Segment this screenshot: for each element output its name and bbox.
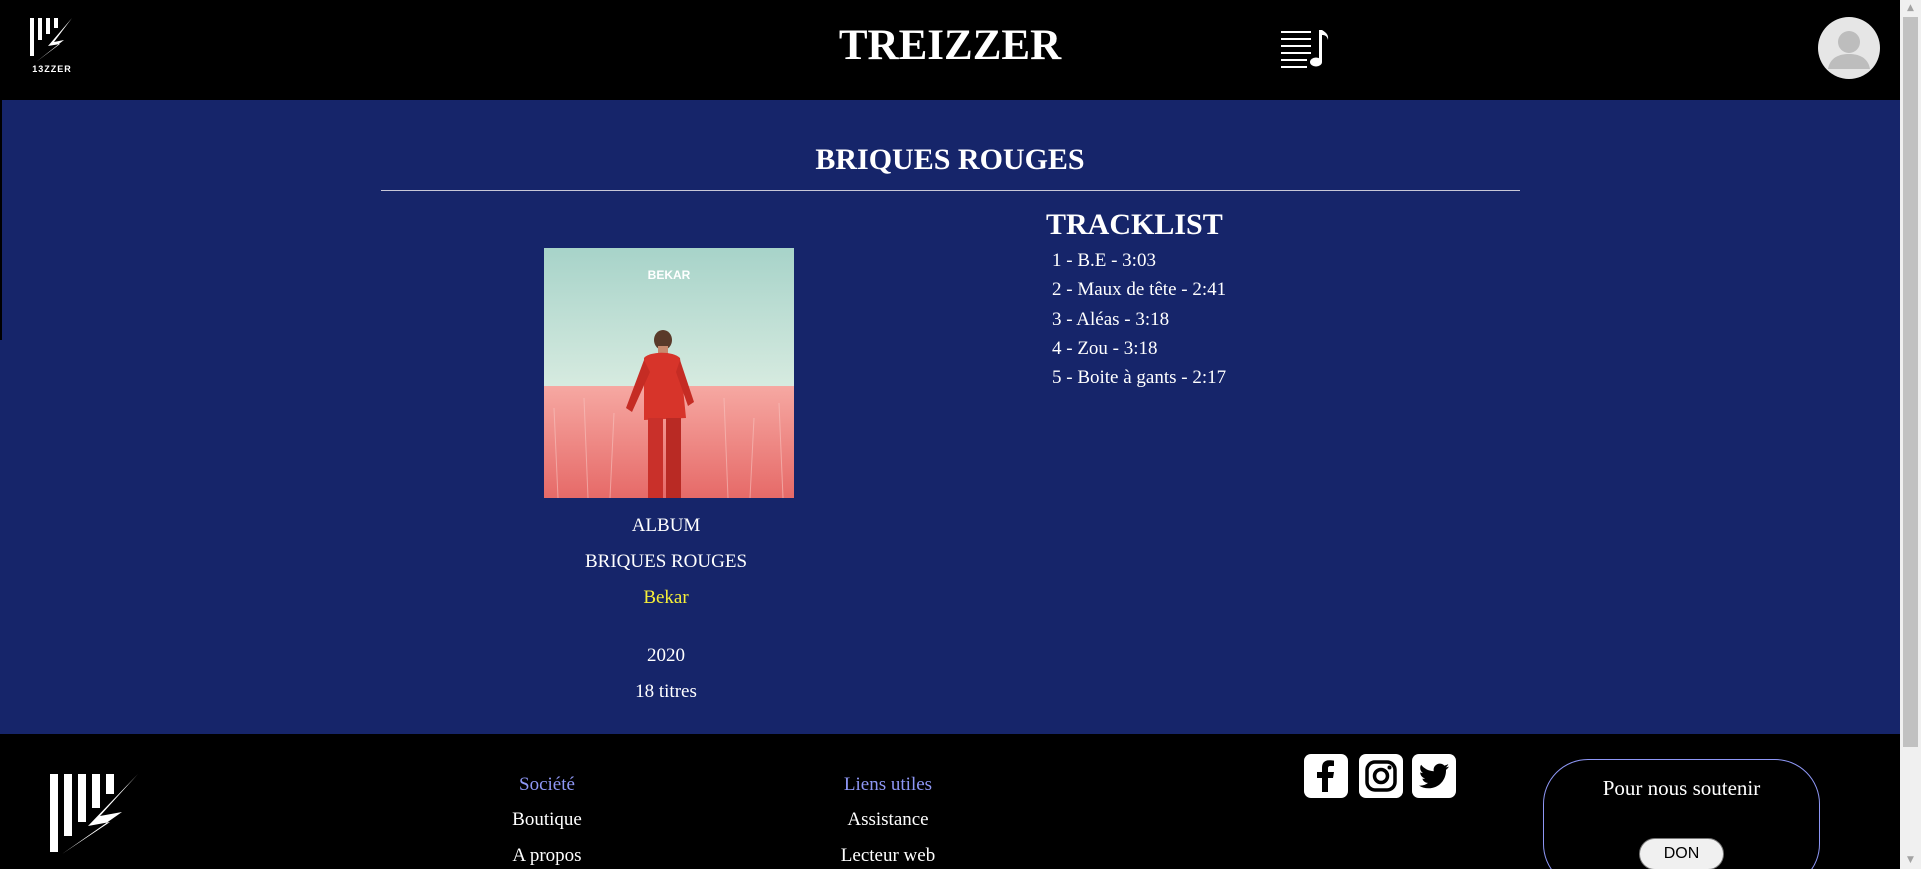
scroll-up-arrow-icon[interactable]: ▲: [1900, 0, 1921, 17]
footer-heading-liens-utiles: Liens utiles: [843, 774, 933, 795]
twitter-icon[interactable]: [1412, 754, 1456, 798]
scroll-thumb[interactable]: [1903, 17, 1918, 747]
track-item[interactable]: 2 - Maux de tête - 2:41: [1052, 279, 1226, 308]
album-cover[interactable]: BEKAR: [544, 248, 794, 498]
artist-link[interactable]: Bekar: [544, 587, 788, 609]
footer-link-assistance[interactable]: Assistance: [788, 809, 988, 831]
footer-heading-societe: Société: [519, 774, 575, 795]
cover-text: BEKAR: [648, 268, 691, 282]
page: 13ZZER TREIZZER BRIQUES ROUGES BEKAR ALB…: [0, 0, 1921, 869]
track-count: 18 titres: [635, 681, 697, 702]
facebook-icon[interactable]: [1304, 754, 1348, 798]
footer-link-boutique[interactable]: Boutique: [447, 809, 647, 831]
album-type: ALBUM: [631, 515, 701, 536]
album-heading: BRIQUES ROUGES: [815, 143, 1085, 176]
track-item[interactable]: 4 - Zou - 3:18: [1052, 338, 1226, 367]
divider: [381, 190, 1520, 191]
album-section: BRIQUES ROUGES BEKAR ALBUM BRIQUES ROUGE…: [0, 100, 1900, 734]
footer-logo-icon[interactable]: [48, 772, 140, 854]
donate-button[interactable]: DON: [1639, 838, 1724, 869]
brand-title[interactable]: TREIZZER: [0, 20, 1900, 72]
footer-link-lecteur-web[interactable]: Lecteur web: [788, 845, 988, 867]
instagram-icon[interactable]: [1359, 754, 1403, 798]
vertical-scrollbar[interactable]: ▲ ▼: [1900, 0, 1921, 869]
support-box: Pour nous soutenir DON: [1543, 759, 1820, 869]
track-item[interactable]: 1 - B.E - 3:03: [1052, 250, 1226, 279]
track-item[interactable]: 3 - Aléas - 3:18: [1052, 309, 1226, 338]
header: 13ZZER TREIZZER: [0, 0, 1900, 100]
left-edge-strip: [0, 100, 2, 340]
playlist-music-icon[interactable]: [1281, 28, 1331, 70]
footer: Société Boutique A propos Liens utiles A…: [0, 734, 1900, 869]
album-title: BRIQUES ROUGES: [584, 551, 748, 572]
tracklist-title: TRACKLIST: [1046, 208, 1223, 241]
album-year: 2020: [647, 645, 685, 666]
track-item[interactable]: 5 - Boite à gants - 2:17: [1052, 367, 1226, 396]
tracklist: 1 - B.E - 3:03 2 - Maux de tête - 2:41 3…: [1052, 250, 1226, 396]
scroll-down-arrow-icon[interactable]: ▼: [1900, 852, 1921, 869]
user-avatar-icon[interactable]: [1818, 17, 1880, 79]
support-title: Pour nous soutenir: [1602, 776, 1761, 800]
footer-link-a-propos[interactable]: A propos: [447, 845, 647, 867]
